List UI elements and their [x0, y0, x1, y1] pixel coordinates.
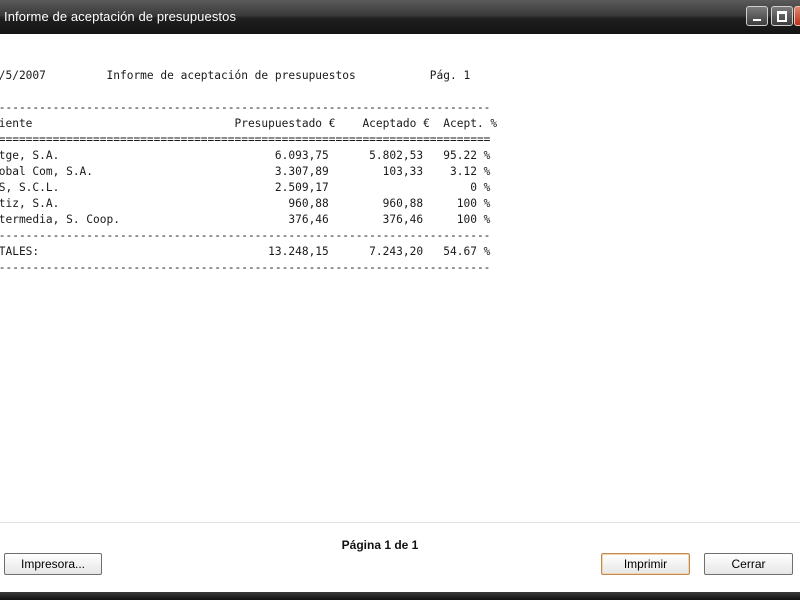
report-line: liente Presupuestado € Aceptado € Acept.… [0, 117, 498, 130]
maximize-icon [777, 11, 787, 22]
minimize-icon [753, 19, 761, 21]
window-title: Informe de aceptación de presupuestos [4, 9, 237, 24]
close-button[interactable]: Cerrar [704, 553, 793, 575]
report-line: OTALES: 13.248,15 7.243,20 54.67 % [0, 245, 491, 258]
window-bottom-border [0, 592, 800, 600]
report-line: ----------------------------------------… [0, 229, 491, 242]
report-line: otge, S.A. 6.093,75 5.802,53 95.22 % [0, 149, 491, 162]
window-close-button[interactable] [794, 6, 800, 26]
printer-button[interactable]: Impresora... [4, 553, 102, 575]
footer-separator [0, 522, 800, 523]
print-button[interactable]: Imprimir [601, 553, 690, 575]
report-line: 8/5/2007 Informe de aceptación de presup… [0, 69, 471, 82]
maximize-button[interactable] [771, 6, 793, 26]
report-preview: 8/5/2007 Informe de aceptación de presup… [0, 34, 800, 524]
report-text: 8/5/2007 Informe de aceptación de presup… [0, 68, 497, 276]
report-line [0, 84, 497, 100]
minimize-button[interactable] [746, 6, 768, 26]
report-line: KS, S.C.L. 2.509,17 0 % [0, 181, 491, 194]
page-indicator: Página 1 de 1 [341, 538, 419, 552]
report-line: ----------------------------------------… [0, 101, 491, 114]
report-line: lobal Com, S.A. 3.307,89 103,33 3.12 % [0, 165, 491, 178]
report-line: ----------------------------------------… [0, 261, 491, 274]
report-line: rtiz, S.A. 960,88 960,88 100 % [0, 197, 491, 210]
window-titlebar[interactable]: Informe de aceptación de presupuestos [0, 0, 800, 34]
report-line: ntermedia, S. Coop. 376,46 376,46 100 % [0, 213, 491, 226]
report-line: ========================================… [0, 133, 491, 146]
